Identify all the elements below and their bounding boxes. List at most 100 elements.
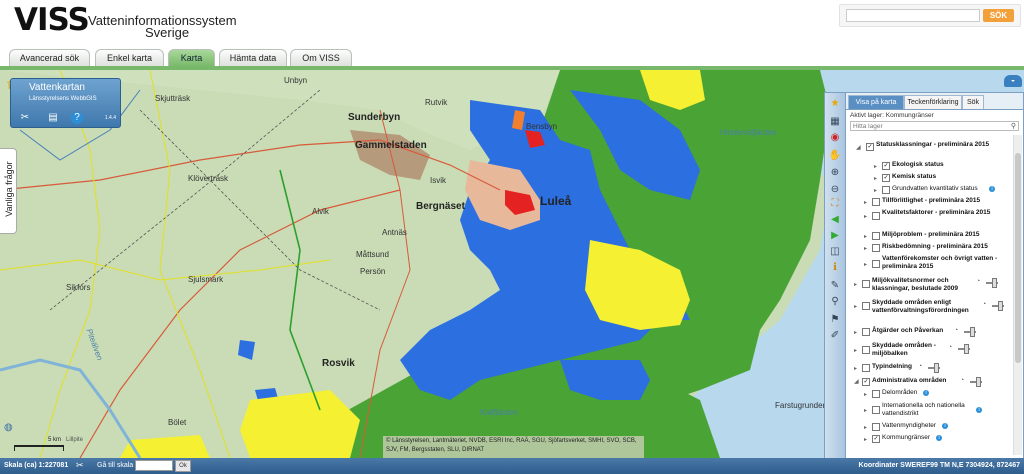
measure-icon[interactable]: ✎ [828, 279, 842, 292]
layer-item[interactable]: Skyddade områden enligt vattenförvaltnin… [872, 299, 980, 315]
expand-arrow-icon[interactable]: ▸ [874, 163, 877, 170]
visibility-icon[interactable]: ◔ [976, 278, 980, 285]
scrollbar-thumb[interactable] [1015, 153, 1021, 363]
forward-arrow-icon[interactable]: ▶ [828, 229, 842, 242]
expand-arrow-icon[interactable]: ▸ [864, 407, 867, 414]
expand-arrow-icon[interactable]: ▸ [864, 391, 867, 398]
layer-item[interactable]: Kemisk status [892, 173, 936, 181]
opacity-slider-knob[interactable] [976, 377, 981, 387]
goto-scale-input[interactable] [135, 460, 173, 471]
layer-item[interactable]: Grundvatten kvantitativ status [892, 185, 978, 193]
expand-arrow-icon[interactable]: ▸ [864, 436, 867, 443]
ok-button[interactable]: Ok [175, 460, 191, 472]
map-layers-icon[interactable]: ▦ [828, 115, 842, 128]
tab-enkel-karta[interactable]: Enkel karta [95, 49, 164, 67]
layer-item[interactable]: Riskbedömning - preliminära 2015 [882, 243, 988, 251]
layer-checkbox[interactable] [862, 364, 870, 372]
info-icon[interactable]: i [936, 435, 942, 441]
tab-visa-pa-karta[interactable]: Visa på karta [848, 95, 904, 109]
vattenkartan-widget[interactable]: Vattenkartan Länsstyrelsens WebbGIS ✂ ▤ … [10, 78, 121, 128]
tab-karta[interactable]: Karta [168, 49, 215, 67]
layer-item[interactable]: Ekologisk status [892, 161, 944, 169]
collapse-arrow-icon[interactable]: ◢ [856, 144, 861, 151]
tab-hamta-data[interactable]: Hämta data [219, 49, 287, 67]
visibility-icon[interactable]: ◔ [960, 377, 964, 384]
layer-item[interactable]: Statusklassningar - preliminära 2015 [876, 141, 1006, 149]
print-icon[interactable]: ▤ [47, 112, 59, 124]
layer-checkbox[interactable]: ✓ [862, 378, 870, 386]
layer-checkbox[interactable] [862, 328, 870, 336]
visibility-icon[interactable]: ◔ [982, 301, 986, 308]
tools-icon[interactable]: ✂ [19, 112, 31, 124]
layer-item[interactable]: Administrativa områden [872, 377, 946, 385]
layer-checkbox[interactable] [872, 212, 880, 220]
layer-checkbox[interactable]: ✓ [866, 143, 874, 151]
opacity-slider-knob[interactable] [970, 327, 975, 337]
layer-checkbox[interactable] [872, 232, 880, 240]
back-arrow-icon[interactable]: ◀ [828, 213, 842, 226]
layer-item[interactable]: Typindelning [872, 363, 912, 371]
opacity-slider-knob[interactable] [934, 363, 939, 373]
layer-checkbox[interactable] [872, 244, 880, 252]
pin-icon[interactable]: ⚲ [828, 295, 842, 308]
expand-arrow-icon[interactable]: ▸ [854, 281, 857, 288]
layer-checkbox[interactable] [872, 390, 880, 398]
opacity-slider-knob[interactable] [964, 344, 969, 354]
viss-logo[interactable]: VISS [14, 2, 90, 38]
collapse-arrow-icon[interactable]: ◢ [854, 378, 859, 385]
info-icon[interactable]: i [989, 186, 995, 192]
expand-arrow-icon[interactable]: ▸ [864, 261, 867, 268]
wrench-icon[interactable]: ✂ [76, 460, 84, 471]
visibility-icon[interactable]: ◔ [918, 363, 922, 370]
info-icon[interactable]: i [942, 423, 948, 429]
expand-arrow-icon[interactable]: ▸ [864, 233, 867, 240]
tab-om-viss[interactable]: Om VISS [290, 49, 352, 67]
layer-item[interactable]: Åtgärder och Påverkan [872, 327, 943, 335]
layer-item[interactable]: Delområden [882, 389, 917, 397]
layer-item[interactable]: Kvalitetsfaktorer - preliminära 2015 [882, 209, 1008, 217]
faq-side-tab[interactable]: Vanliga frågor [0, 148, 17, 234]
layer-item[interactable]: Skyddade områden - miljöbalken [872, 342, 952, 358]
layer-item[interactable]: Vattenmyndigheter [882, 422, 936, 430]
layer-checkbox[interactable] [872, 198, 880, 206]
expand-arrow-icon[interactable]: ▸ [864, 424, 867, 431]
layer-item[interactable]: Miljökvalitetsnormer och klassningar, be… [872, 277, 978, 293]
expand-arrow-icon[interactable]: ▸ [874, 175, 877, 182]
layer-item[interactable]: Miljöproblem - preliminära 2015 [882, 231, 980, 239]
info-icon[interactable]: i [923, 390, 929, 396]
search-input[interactable] [846, 9, 980, 22]
visibility-icon[interactable]: ◔ [948, 344, 952, 351]
expand-arrow-icon[interactable]: ▸ [854, 347, 857, 354]
star-icon[interactable]: ★ [828, 97, 842, 110]
marker-icon[interactable]: ◉ [828, 131, 842, 144]
route-icon[interactable]: ⚑ [828, 313, 842, 326]
expand-arrow-icon[interactable]: ▸ [864, 245, 867, 252]
opacity-slider-knob[interactable] [998, 301, 1003, 311]
globe-logo-icon[interactable]: ◒ [1004, 75, 1022, 87]
info-icon[interactable]: i [976, 407, 982, 413]
expand-arrow-icon[interactable]: ▸ [864, 213, 867, 220]
layer-item[interactable]: Vattenförekomster och övrigt vatten - pr… [882, 255, 1008, 271]
layer-checkbox[interactable] [862, 280, 870, 288]
visibility-icon[interactable]: ◔ [954, 327, 958, 334]
layer-checkbox[interactable]: ✓ [882, 162, 890, 170]
layer-tree-scrollbar[interactable] [1013, 135, 1022, 455]
expand-arrow-icon[interactable]: ▸ [854, 303, 857, 310]
layer-checkbox[interactable]: ✓ [872, 435, 880, 443]
expand-arrow-icon[interactable]: ▸ [874, 187, 877, 194]
tab-sok[interactable]: Sök [962, 95, 984, 109]
globe-icon[interactable]: ◍ [4, 422, 13, 433]
pan-hand-icon[interactable]: ✋ [828, 149, 842, 162]
tab-avancerad-sok[interactable]: Avancerad sök [9, 49, 90, 67]
expand-arrow-icon[interactable]: ▸ [864, 199, 867, 206]
opacity-slider-knob[interactable] [992, 278, 997, 288]
layer-checkbox[interactable] [872, 406, 880, 414]
zoom-out-icon[interactable]: ⊖ [828, 183, 842, 196]
zoom-in-icon[interactable]: ⊕ [828, 166, 842, 179]
tab-teckenforklaring[interactable]: Teckenförklaring [904, 95, 962, 109]
layer-checkbox[interactable]: ✓ [882, 174, 890, 182]
layer-item[interactable]: Internationella och nationella vattendis… [882, 402, 978, 418]
expand-arrow-icon[interactable]: ▸ [854, 329, 857, 336]
layer-checkbox[interactable] [872, 260, 880, 268]
layer-item[interactable]: Tillförlitlighet - preliminära 2015 [882, 197, 980, 205]
